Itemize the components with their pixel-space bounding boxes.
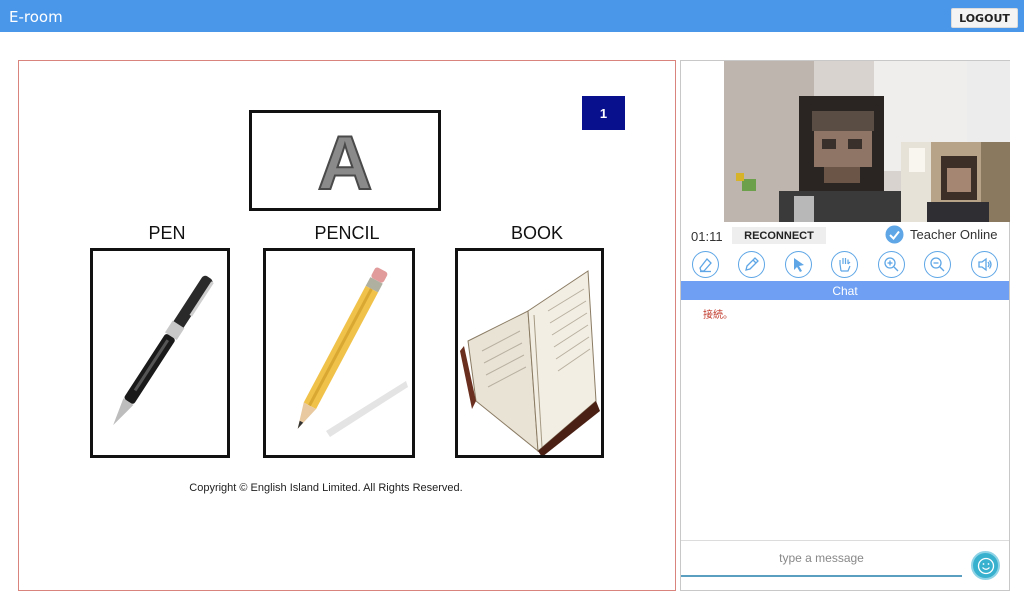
pointer-icon[interactable] [785,251,812,278]
pen-image [113,275,214,426]
teacher-status-label: Teacher Online [910,227,998,242]
emoji-button[interactable] [971,551,1000,580]
logout-button[interactable]: LOGOUT [951,8,1018,28]
word-label-pencil: PENCIL [314,223,380,243]
chat-message: 接続。 [703,310,733,321]
zoom-out-icon[interactable] [924,251,951,278]
letter-text: A [318,125,373,197]
card-book[interactable] [455,248,604,458]
smiley-icon [977,557,994,574]
lesson-board[interactable]: A 1 PEN PENCIL BOOK Copyright © English … [18,60,676,591]
hand-icon[interactable] [831,251,858,278]
session-timer: 01:11 [691,229,723,244]
chat-header: Chat [681,281,1009,300]
student-video [901,142,1010,222]
reconnect-button[interactable]: RECONNECT [732,227,826,244]
chat-input-area [681,540,1009,590]
pencil-image [297,267,408,437]
teacher-status: Teacher Online [885,225,997,244]
eraser-icon[interactable] [692,251,719,278]
side-panel: 01:11 RECONNECT Teacher Online Chat 接続。 … [680,60,1010,591]
card-pencil[interactable] [263,248,415,458]
pen-tool-icon[interactable] [738,251,765,278]
book-image [460,270,600,455]
letter-glyph: A [317,125,374,197]
check-circle-icon [885,225,904,244]
speaker-icon[interactable] [971,251,998,278]
message-input[interactable] [681,541,962,577]
zoom-in-icon[interactable] [878,251,905,278]
video-placeholder [967,61,1010,143]
whiteboard-toolbar [681,251,1011,281]
card-pen[interactable] [90,248,230,458]
top-bar: E-room LOGOUT [0,0,1024,32]
app-title: E-room [9,8,63,26]
letter-card: A [249,110,441,211]
word-label-book: BOOK [510,223,563,243]
copyright-text: Copyright © English Island Limited. All … [189,482,463,494]
word-label-pen: PEN [148,223,186,243]
page-number-badge[interactable]: 1 [582,96,625,130]
